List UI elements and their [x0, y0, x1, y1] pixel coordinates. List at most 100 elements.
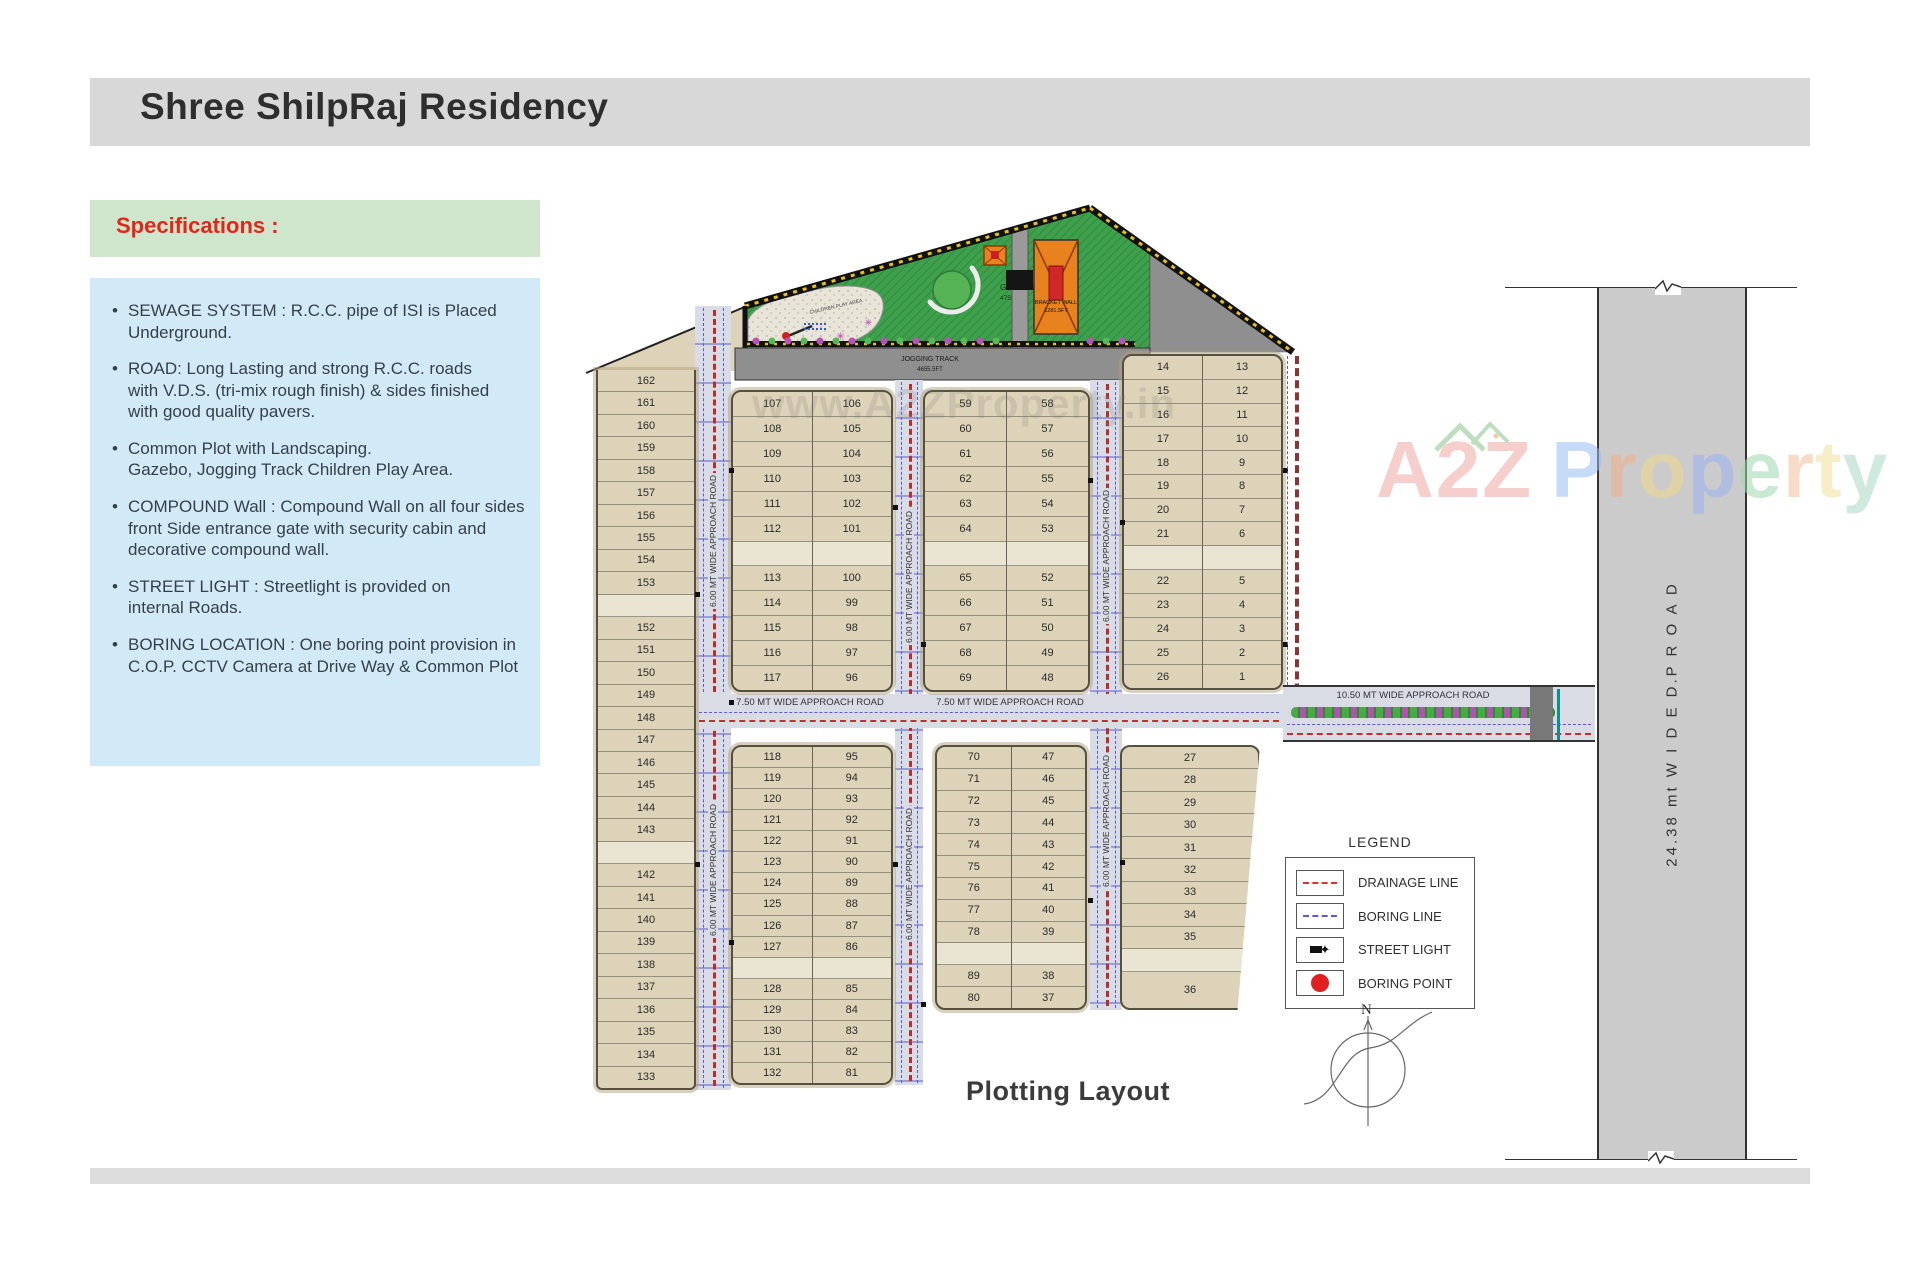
- plot-71: 71: [937, 769, 1011, 791]
- watermark-letter: r: [1783, 425, 1815, 514]
- plot-75: 75: [937, 856, 1011, 878]
- boring-line: [1097, 382, 1098, 1008]
- street-light-icon: [1120, 860, 1125, 865]
- house-roof-icon: [1434, 416, 1514, 454]
- plot-35: 35: [1122, 927, 1258, 949]
- jogging-track: [735, 348, 1150, 380]
- plot-70: 70: [937, 747, 1011, 769]
- boring-line: [917, 382, 918, 1083]
- plot-116: 116: [733, 641, 812, 666]
- plot-39: 39: [1012, 922, 1086, 944]
- watermark-letter: P: [1551, 425, 1605, 514]
- plot-blank: [598, 842, 694, 864]
- plot-67: 67: [925, 616, 1006, 641]
- boring-point-sample: [1311, 974, 1329, 992]
- block-e: 7071727374757677788980474645444342414039…: [935, 745, 1087, 1010]
- plot-89: 89: [813, 873, 892, 894]
- plot-104: 104: [813, 442, 892, 467]
- bracket-wall: BRACKET WALL 1281.5FT: [1034, 240, 1078, 334]
- plot-84: 84: [813, 1000, 892, 1021]
- plot-3: 3: [1203, 618, 1281, 642]
- legend-item-label: BORING LINE: [1358, 909, 1442, 924]
- dp-road-label: 24.38 mt W I D E D.P R O A D: [1664, 581, 1681, 866]
- plot-17: 17: [1124, 427, 1202, 451]
- plot-column: 4746454443424140393837: [1011, 747, 1086, 1008]
- plot-47: 47: [1012, 747, 1086, 769]
- footer-band: [90, 1168, 1810, 1184]
- drainage-line-icon: [1296, 870, 1344, 896]
- legend-item-label: BORING POINT: [1358, 976, 1453, 991]
- plot-92: 92: [813, 810, 892, 831]
- plot-blank: [1012, 943, 1086, 965]
- plot-26: 26: [1124, 665, 1202, 688]
- plot-9: 9: [1203, 451, 1281, 475]
- legend-item-label: DRAINAGE LINE: [1358, 875, 1458, 890]
- break-symbol: [1655, 279, 1681, 295]
- plot-139: 139: [598, 932, 694, 954]
- plot-blank: [1124, 546, 1202, 570]
- plot-10: 10: [1203, 427, 1281, 451]
- bullet-icon: •: [112, 358, 128, 423]
- strip-left: 1621611601591581571561551541531521511501…: [596, 370, 696, 1090]
- spec-text: SEWAGE SYSTEM : R.C.C. pipe of ISI is Pl…: [128, 300, 497, 343]
- bullet-icon: •: [112, 496, 128, 561]
- spec-item: •BORING LOCATION : One boring point prov…: [112, 634, 530, 677]
- legend-item: DRAINAGE LINE: [1296, 870, 1474, 896]
- street-light-icon: [1088, 898, 1093, 903]
- legend: DRAINAGE LINEBORING LINE✦STREET LIGHTBOR…: [1285, 857, 1475, 1009]
- plot-7: 7: [1203, 499, 1281, 523]
- road-label: 6.00 MT WIDE APPROACH ROAD: [708, 802, 718, 938]
- plot-83: 83: [813, 1021, 892, 1042]
- plot-30: 30: [1122, 814, 1258, 836]
- road-label: 6.00 MT WIDE APPROACH ROAD: [1101, 753, 1111, 889]
- north-compass: N: [1298, 1000, 1438, 1130]
- plot-column: 7071727374757677788980: [937, 747, 1011, 1008]
- plot-101: 101: [813, 517, 892, 542]
- boring-line: [1115, 382, 1116, 1008]
- plot-column: 107108109110111112113114115116117: [733, 392, 812, 690]
- plot-89: 89: [937, 965, 1011, 987]
- plot-24: 24: [1124, 618, 1202, 642]
- street-light-icon: [921, 642, 926, 647]
- plot-153: 153: [598, 572, 694, 594]
- garden-common-plot: ✳ ✳ CHILDREN PLAY AREA GARDEN 4752.5FT B…: [575, 195, 1305, 387]
- street-light-icon: [921, 1002, 926, 1007]
- road-v1: 6.00 MT WIDE APPROACH ROAD6.00 MT WIDE A…: [695, 306, 731, 1090]
- plot-18: 18: [1124, 451, 1202, 475]
- plot-109: 109: [733, 442, 812, 467]
- plot-column: 27282930313233343536: [1122, 747, 1258, 1008]
- plot-blank: [813, 958, 892, 979]
- plot-113: 113: [733, 566, 812, 591]
- road-h1: 7.50 MT WIDE APPROACH ROAD7.50 MT WIDE A…: [695, 694, 1283, 728]
- plot-91: 91: [813, 831, 892, 852]
- plot-56: 56: [1007, 442, 1088, 467]
- boring-line-sample: [1303, 915, 1337, 917]
- plot-157: 157: [598, 482, 694, 504]
- plot-column: 5857565554535251504948: [1006, 392, 1088, 690]
- plot-38: 38: [1012, 965, 1086, 987]
- plot-36: 36: [1122, 972, 1258, 1008]
- plot-135: 135: [598, 1022, 694, 1044]
- street-light-icon: [1088, 478, 1093, 483]
- plot-98: 98: [813, 616, 892, 641]
- plot-33: 33: [1122, 882, 1258, 904]
- plot-77: 77: [937, 900, 1011, 922]
- plot-46: 46: [1012, 769, 1086, 791]
- jogging-track-label: JOGGING TRACK: [901, 356, 959, 363]
- plot-82: 82: [813, 1042, 892, 1063]
- watermark-letter: r: [1606, 425, 1638, 514]
- drainage-line: [713, 310, 716, 1086]
- plot-63: 63: [925, 492, 1006, 517]
- plot-102: 102: [813, 492, 892, 517]
- street-light-icon: [1120, 520, 1125, 525]
- road-label: 6.00 MT WIDE APPROACH ROAD: [904, 509, 914, 645]
- plot-65: 65: [925, 566, 1006, 591]
- plot-6: 6: [1203, 522, 1281, 546]
- compass-north-label: N: [1361, 1002, 1372, 1018]
- plot-blank: [813, 542, 892, 567]
- plot-117: 117: [733, 666, 812, 690]
- plot-49: 49: [1007, 641, 1088, 666]
- plot-141: 141: [598, 887, 694, 909]
- plot-74: 74: [937, 834, 1011, 856]
- street-light-icon: [729, 468, 734, 473]
